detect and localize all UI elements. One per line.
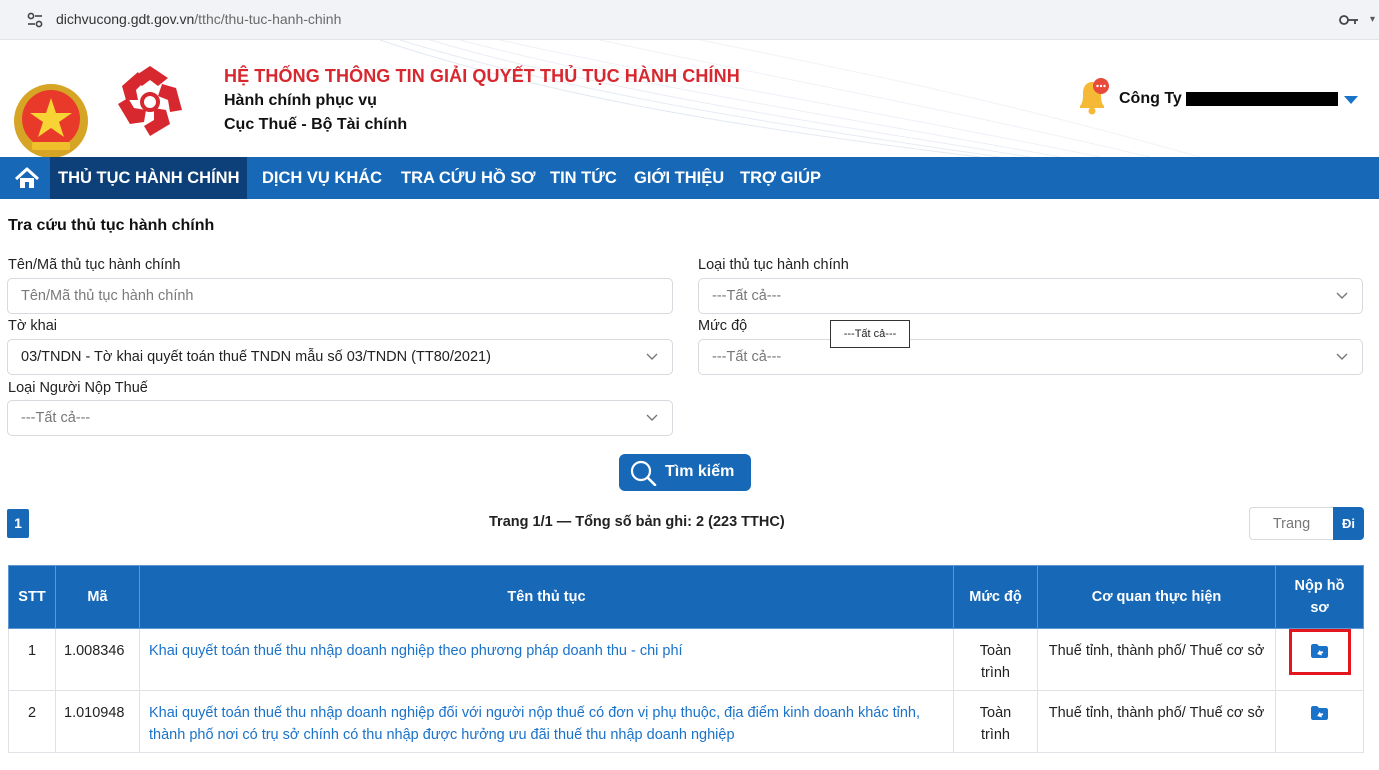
row-agency: Thuế tỉnh, thành phố/ Thuế cơ sở xyxy=(1037,690,1276,753)
search-button[interactable]: Tìm kiếm xyxy=(619,454,751,491)
tax-form-select[interactable]: 03/TNDN - Tờ khai quyết toán thuế TNDN m… xyxy=(7,339,673,375)
row-agency: Thuế tỉnh, thành phố/ Thuế cơ sở xyxy=(1037,628,1276,691)
procedure-link[interactable]: Khai quyết toán thuế thu nhập doanh nghi… xyxy=(149,705,920,743)
browser-address-bar[interactable]: dichvucong.gdt.gov.vn/tthc/thu-tuc-hanh-… xyxy=(0,0,1379,40)
procedure-name-input[interactable] xyxy=(8,279,672,313)
chevron-down-icon xyxy=(1336,353,1348,360)
page-title: Tra cứu thủ tục hành chính xyxy=(8,217,215,234)
results-table: STT Mã Tên thủ tục Mức độ Cơ quan thực h… xyxy=(8,565,1364,753)
nav-item-tra-cuu-ho-so[interactable]: TRA CỨU HỒ SƠ xyxy=(401,157,535,199)
url-text[interactable]: dichvucong.gdt.gov.vn/tthc/thu-tuc-hanh-… xyxy=(56,11,341,27)
header-stt: STT xyxy=(8,565,56,629)
procedure-type-select[interactable]: ---Tất cả--- xyxy=(698,278,1363,314)
nav-item-tro-giup[interactable]: TRỢ GIÚP xyxy=(740,157,821,199)
agency-name: Cục Thuế - Bộ Tài chính xyxy=(224,116,408,133)
site-header: HỆ THỐNG THÔNG TIN GIẢI QUYẾT THỦ TỤC HÀ… xyxy=(0,40,1379,157)
url-path: /tthc/thu-tuc-hanh-chinh xyxy=(194,11,342,27)
table-row: 1 1.008346 Khai quyết toán thuế thu nhập… xyxy=(8,628,1364,691)
notification-bell-icon[interactable] xyxy=(1074,76,1112,116)
taxpayer-type-select[interactable]: ---Tất cả--- xyxy=(7,400,673,436)
main-navigation: THỦ TỤC HÀNH CHÍNH DỊCH VỤ KHÁC TRA CỨU … xyxy=(0,157,1379,199)
header-name: Tên thủ tục xyxy=(139,565,954,629)
system-subtitle: Hành chính phục vụ xyxy=(224,92,377,109)
search-button-label: Tìm kiếm xyxy=(665,463,735,480)
row-submit-cell xyxy=(1275,690,1364,753)
procedure-name-field[interactable] xyxy=(7,278,673,314)
chevron-down-icon xyxy=(1336,292,1348,299)
row-name-cell: Khai quyết toán thuế thu nhập doanh nghi… xyxy=(139,628,954,691)
nav-item-gioi-thieu[interactable]: GIỚI THIỆU xyxy=(634,157,724,199)
table-row: 2 1.010948 Khai quyết toán thuế thu nhập… xyxy=(8,690,1364,753)
chevron-down-icon xyxy=(646,353,658,360)
national-emblem xyxy=(14,84,88,157)
site-settings-icon[interactable] xyxy=(26,11,44,29)
taxpayer-type-value: ---Tất cả--- xyxy=(21,410,91,426)
logo xyxy=(118,66,182,136)
table-header-row: STT Mã Tên thủ tục Mức độ Cơ quan thực h… xyxy=(8,565,1364,629)
company-name[interactable]: Công Ty xyxy=(1119,90,1182,108)
system-title: HỆ THỐNG THÔNG TIN GIẢI QUYẾT THỦ TỤC HÀ… xyxy=(224,66,740,86)
header-agency: Cơ quan thực hiện xyxy=(1037,565,1276,629)
nav-item-tin-tuc[interactable]: TIN TỨC xyxy=(550,157,617,199)
folder-upload-icon[interactable] xyxy=(1311,644,1328,658)
chevron-down-icon[interactable] xyxy=(1344,96,1358,104)
level-label: Mức độ xyxy=(698,318,748,334)
row-level: Toàn trình xyxy=(953,628,1038,691)
folder-upload-icon[interactable] xyxy=(1311,706,1328,720)
row-name-cell: Khai quyết toán thuế thu nhập doanh nghi… xyxy=(139,690,954,753)
row-stt: 1 xyxy=(8,628,56,691)
redacted-company-name xyxy=(1186,92,1338,106)
procedure-link[interactable]: Khai quyết toán thuế thu nhập doanh nghi… xyxy=(149,643,683,659)
level-value: ---Tất cả--- xyxy=(712,349,782,365)
url-host: dichvucong.gdt.gov.vn xyxy=(56,11,195,27)
tax-form-label: Tờ khai xyxy=(8,318,57,334)
level-select[interactable]: ---Tất cả--- xyxy=(698,339,1363,375)
pagination-page-1[interactable]: 1 xyxy=(7,509,29,538)
procedure-name-label: Tên/Mã thủ tục hành chính xyxy=(8,257,181,273)
row-submit-cell xyxy=(1275,628,1364,691)
procedure-type-value: ---Tất cả--- xyxy=(712,288,782,304)
nav-item-dich-vu-khac[interactable]: DỊCH VỤ KHÁC xyxy=(262,157,382,199)
chevron-down-icon xyxy=(646,414,658,421)
procedure-type-label: Loại thủ tục hành chính xyxy=(698,257,849,273)
level-tooltip: ---Tất cả--- xyxy=(830,320,910,348)
password-key-icon[interactable] xyxy=(1338,12,1360,28)
tax-form-value: 03/TNDN - Tờ khai quyết toán thuế TNDN m… xyxy=(21,349,491,365)
header-code: Mã xyxy=(55,565,140,629)
row-level: Toàn trình xyxy=(953,690,1038,753)
goto-page-input[interactable] xyxy=(1250,508,1333,539)
pagination-info: Trang 1/1 — Tổng số bản ghi: 2 (223 TTHC… xyxy=(489,514,785,530)
nav-item-thu-tuc-hanh-chinh[interactable]: THỦ TỤC HÀNH CHÍNH xyxy=(50,157,248,199)
taxpayer-type-label: Loại Người Nộp Thuế xyxy=(8,380,148,396)
home-icon[interactable] xyxy=(14,166,40,190)
goto-page-field[interactable] xyxy=(1249,507,1333,540)
chevron-down-icon[interactable]: ▾ xyxy=(1370,14,1375,25)
header-level: Mức độ xyxy=(953,565,1038,629)
row-code: 1.008346 xyxy=(55,628,140,691)
search-icon xyxy=(630,460,657,486)
header-submit: Nộp hồ sơ xyxy=(1275,565,1364,629)
row-code: 1.010948 xyxy=(55,690,140,753)
go-button[interactable]: Đi xyxy=(1333,507,1364,540)
row-stt: 2 xyxy=(8,690,56,753)
